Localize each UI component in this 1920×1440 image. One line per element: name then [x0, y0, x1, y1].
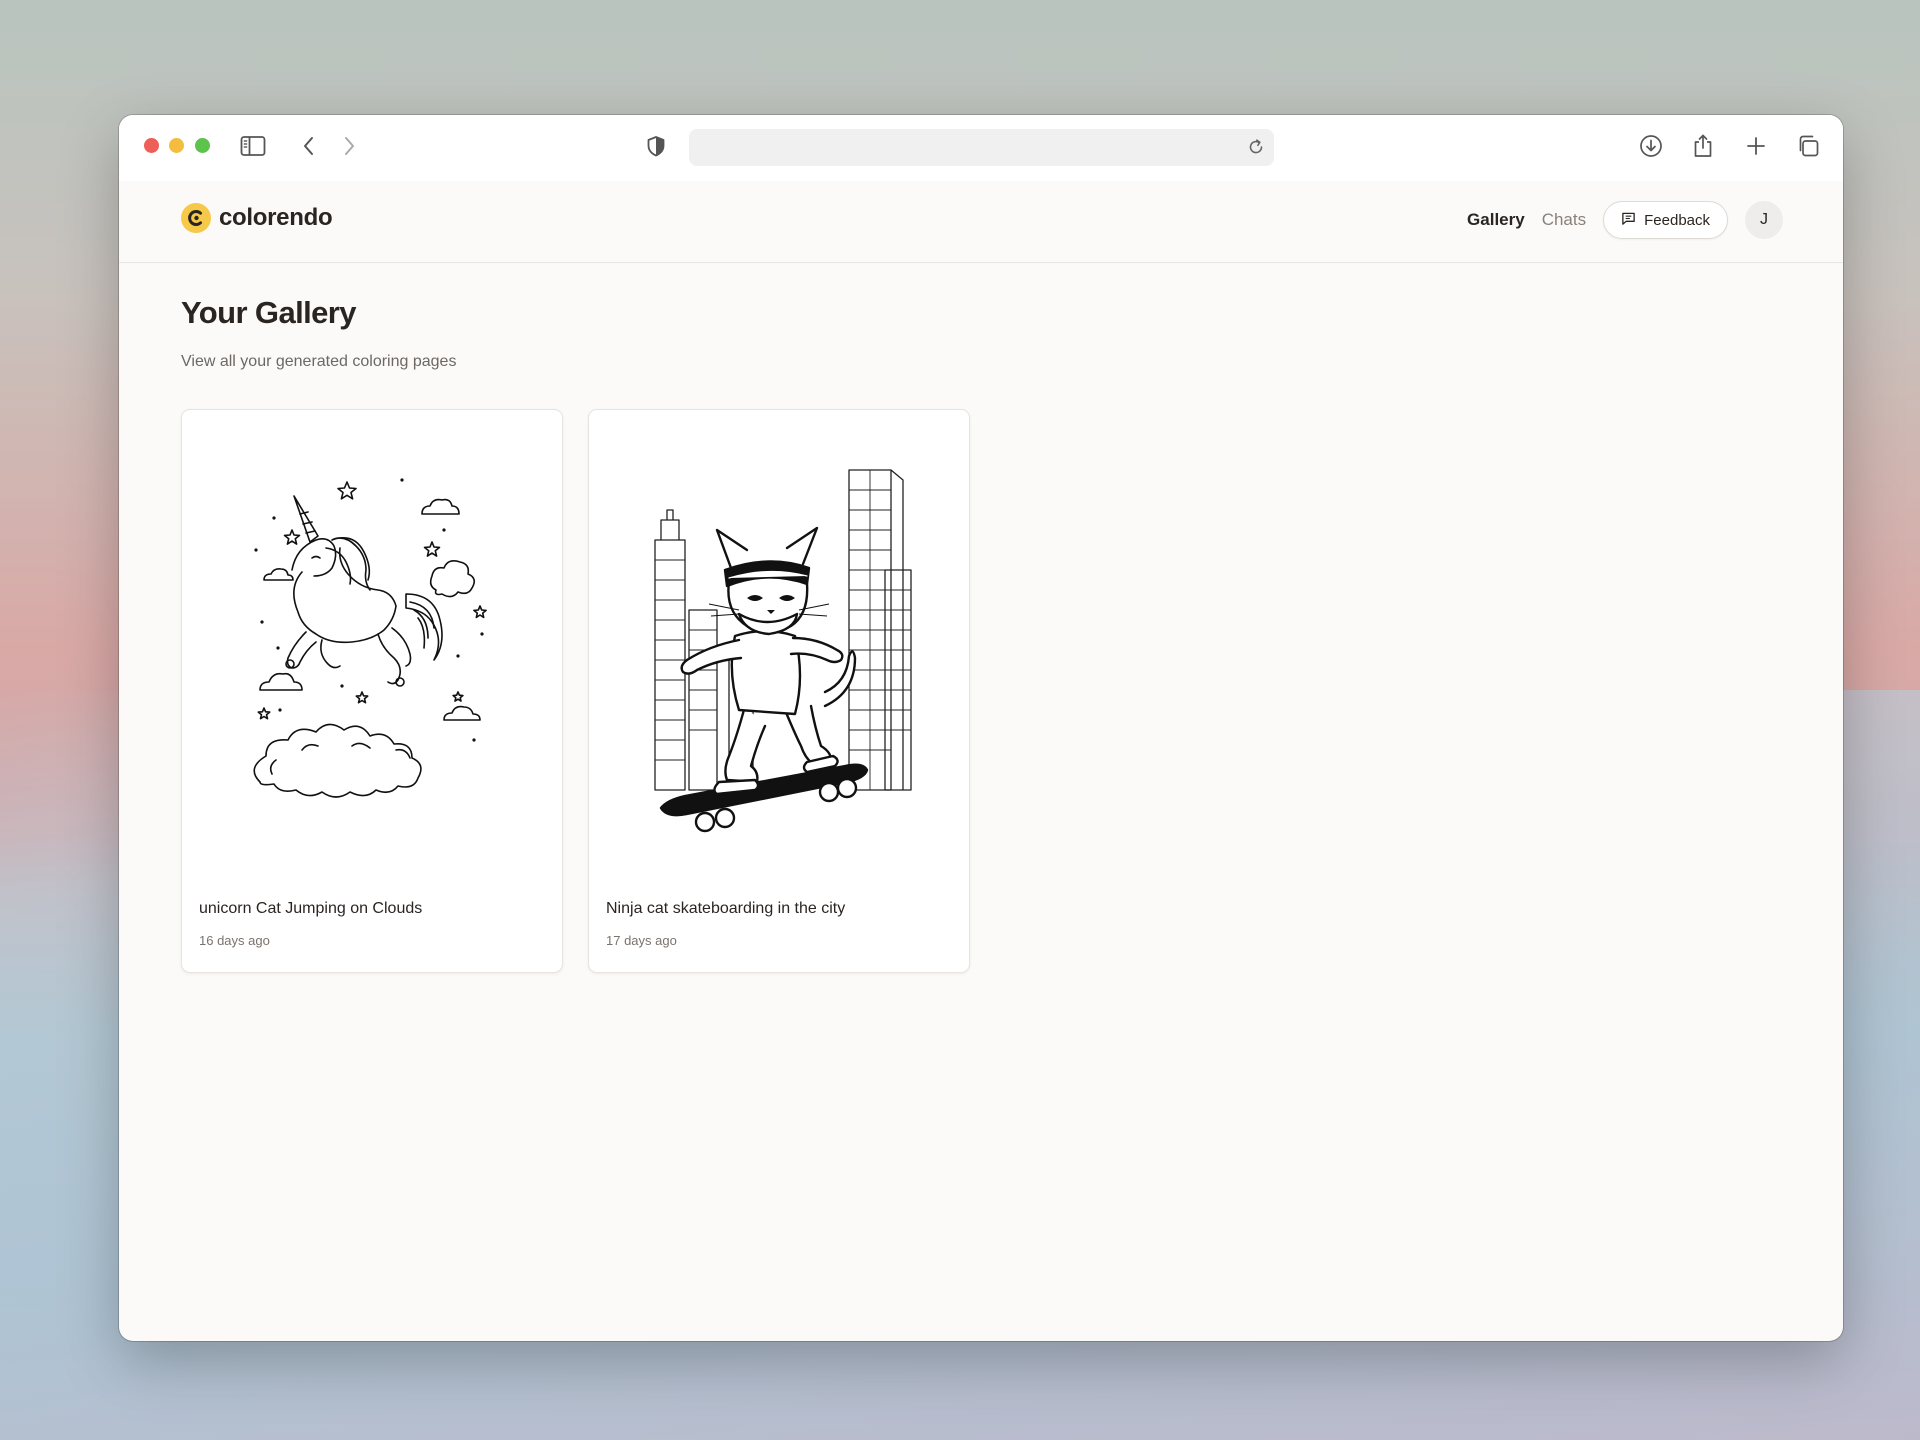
- browser-toolbar: [119, 115, 1843, 181]
- nav-chats-link[interactable]: Chats: [1542, 210, 1586, 230]
- browser-window: colorendo Gallery Chats Feedback J Your …: [119, 115, 1843, 1341]
- page-title: Your Gallery: [181, 295, 356, 330]
- message-square-icon: [1621, 211, 1636, 230]
- card-title: unicorn Cat Jumping on Clouds: [199, 900, 423, 917]
- feedback-label: Feedback: [1644, 211, 1710, 229]
- privacy-shield-icon[interactable]: [641, 131, 671, 161]
- nav-gallery-link[interactable]: Gallery: [1467, 210, 1525, 230]
- sidebar-toggle-icon[interactable]: [238, 131, 268, 161]
- back-chevron-icon[interactable]: [294, 131, 324, 161]
- app-name: colorendo: [219, 204, 333, 231]
- forward-chevron-icon[interactable]: [334, 131, 364, 161]
- unicorn-coloring-page-image: [182, 410, 562, 880]
- feedback-button[interactable]: Feedback: [1603, 201, 1728, 239]
- ninja-cat-coloring-page-image: [589, 410, 969, 880]
- zoom-window-button[interactable]: [195, 138, 210, 153]
- minimize-window-button[interactable]: [169, 138, 184, 153]
- reload-icon[interactable]: [1246, 137, 1266, 162]
- gallery-card[interactable]: Ninja cat skateboarding in the city 17 d…: [588, 409, 970, 973]
- app-logo[interactable]: colorendo: [181, 203, 333, 233]
- top-nav: Gallery Chats Feedback J: [1467, 201, 1783, 239]
- logo-c-icon: [181, 203, 211, 233]
- card-date: 16 days ago: [199, 933, 270, 948]
- card-title: Ninja cat skateboarding in the city: [606, 900, 846, 917]
- card-date: 17 days ago: [606, 933, 677, 948]
- downloads-icon[interactable]: [1636, 131, 1666, 161]
- gallery-card[interactable]: unicorn Cat Jumping on Clouds 16 days ag…: [181, 409, 563, 973]
- close-window-button[interactable]: [144, 138, 159, 153]
- app-header: colorendo Gallery Chats Feedback J: [119, 181, 1843, 263]
- tab-overview-icon[interactable]: [1793, 131, 1823, 161]
- user-avatar[interactable]: J: [1745, 201, 1783, 239]
- new-tab-plus-icon[interactable]: [1741, 131, 1771, 161]
- page-subtitle: View all your generated coloring pages: [181, 353, 457, 370]
- share-icon[interactable]: [1688, 131, 1718, 161]
- address-bar[interactable]: [689, 129, 1274, 166]
